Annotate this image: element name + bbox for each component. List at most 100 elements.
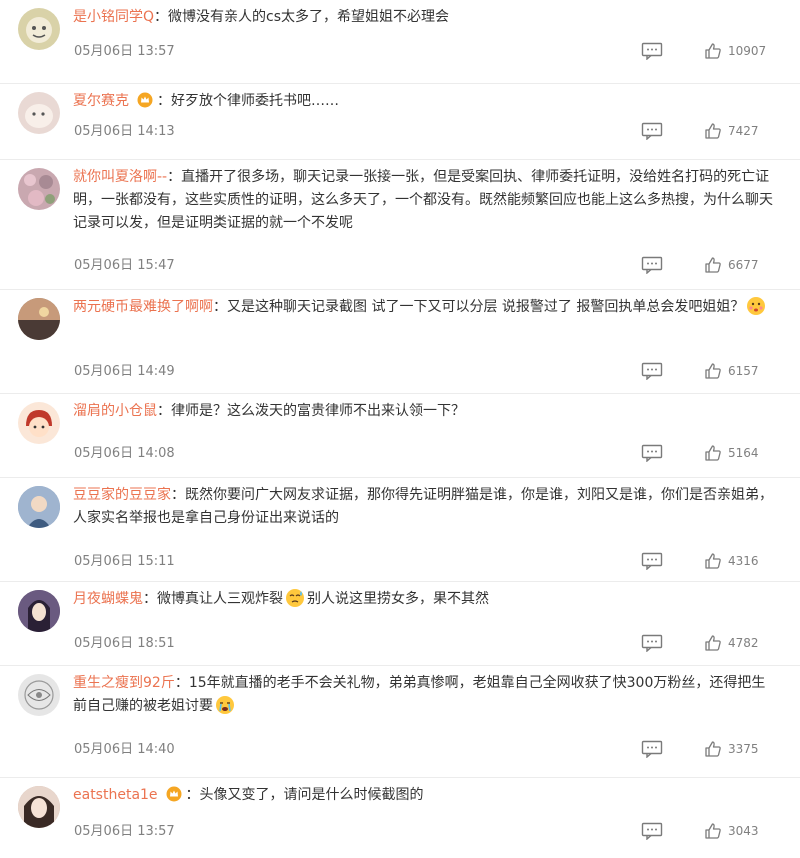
comment-body: 又是这种聊天记录截图 试了一下又可以分层 说报警过了 报警回执单总会发吧姐姐？ [227, 299, 745, 315]
like-button[interactable]: 4316 [704, 552, 759, 570]
crying-emoji-icon [216, 696, 234, 714]
comment-icon [641, 362, 663, 381]
comment-text: 两元硬币最难换了啊啊：又是这种聊天记录截图 试了一下又可以分层 说报警过了 报警… [73, 296, 778, 319]
thumbs-up-icon [705, 43, 721, 59]
comment-item: 溜肩的小仓鼠：律师是？这么泼天的富贵律师不出来认领一下？ 05月06日 14:0… [0, 394, 800, 478]
avatar[interactable] [18, 298, 60, 340]
reply-button[interactable] [641, 822, 663, 841]
like-count: 7427 [728, 124, 759, 138]
like-button[interactable]: 5164 [704, 444, 759, 462]
comment-text: 重生之瘦到92斤：15年就直播的老手不会关礼物，弟弟真惨啊，老姐靠自己全网收获了… [73, 672, 778, 718]
colon: ： [174, 675, 189, 691]
thumbs-up-icon [705, 445, 721, 461]
timestamp: 05月06日 14:13 [74, 124, 175, 139]
thinking-emoji-icon [747, 297, 766, 315]
colon: ： [154, 9, 169, 25]
like-button[interactable]: 7427 [704, 122, 759, 140]
like-count: 5164 [728, 446, 759, 460]
comment-icon [641, 634, 663, 653]
comment-text: eatstheta1e ：头像又变了，请问是什么时候截图的 [73, 784, 778, 807]
username-link[interactable]: eatstheta1e [73, 787, 158, 803]
username-link[interactable]: 重生之瘦到92斤 [73, 675, 175, 691]
thumbs-up-icon [705, 823, 721, 839]
comment-item: eatstheta1e ：头像又变了，请问是什么时候截图的 05月06日 13:5… [0, 778, 800, 858]
like-count: 10907 [728, 44, 767, 58]
timestamp: 05月06日 15:47 [74, 258, 175, 273]
reply-button[interactable] [641, 552, 663, 571]
colon: ： [213, 299, 227, 315]
like-count: 6157 [728, 364, 759, 378]
avatar[interactable] [18, 590, 60, 632]
colon: ： [157, 93, 171, 109]
avatar[interactable] [18, 402, 60, 444]
username-link[interactable]: 是小铭同学Q [73, 9, 154, 25]
username-link[interactable]: 两元硬币最难换了啊啊 [73, 299, 213, 315]
comment-text: 夏尔赛克 ：好歹放个律师委托书吧…… [73, 90, 778, 113]
comment-body-part2: 别人说这里捞女多，果不其然 [307, 591, 489, 607]
timestamp: 05月06日 15:11 [74, 554, 175, 569]
like-button[interactable]: 3375 [704, 740, 759, 758]
comment-item: 重生之瘦到92斤：15年就直播的老手不会关礼物，弟弟真惨啊，老姐靠自己全网收获了… [0, 666, 800, 778]
crown-badge-icon [137, 92, 153, 108]
colon: ： [185, 787, 200, 803]
username-link[interactable]: 月夜蝴蝶鬼 [73, 591, 143, 607]
timestamp: 05月06日 14:40 [74, 742, 175, 757]
colon: ： [171, 487, 185, 503]
avatar[interactable] [18, 674, 60, 716]
timestamp: 05月06日 14:49 [74, 364, 175, 379]
sweat-emoji-icon [286, 589, 304, 607]
like-count: 3375 [728, 742, 759, 756]
like-count: 3043 [728, 824, 759, 838]
timestamp: 05月06日 18:51 [74, 636, 175, 651]
colon: ： [167, 169, 182, 185]
reply-button[interactable] [641, 362, 663, 381]
avatar[interactable] [18, 786, 60, 828]
comment-icon [641, 552, 663, 571]
reply-button[interactable] [641, 634, 663, 653]
comment-item: 月夜蝴蝶鬼：微博真让人三观炸裂 别人说这里捞女多，果不其然 05月06日 18:5… [0, 582, 800, 666]
comment-item: 两元硬币最难换了啊啊：又是这种聊天记录截图 试了一下又可以分层 说报警过了 报警… [0, 290, 800, 394]
avatar[interactable] [18, 8, 60, 50]
colon: ： [157, 403, 171, 419]
comment-text: 月夜蝴蝶鬼：微博真让人三观炸裂 别人说这里捞女多，果不其然 [73, 588, 778, 611]
thumbs-up-icon [705, 741, 721, 757]
comment-item: 夏尔赛克 ：好歹放个律师委托书吧…… 05月06日 14:13 7427 [0, 84, 800, 160]
avatar[interactable] [18, 486, 60, 528]
timestamp: 05月06日 14:08 [74, 446, 175, 461]
avatar[interactable] [18, 168, 60, 210]
like-button[interactable]: 6157 [704, 362, 759, 380]
thumbs-up-icon [705, 553, 721, 569]
comment-body: 微博没有亲人的cs太多了，希望姐姐不必理会 [168, 9, 450, 25]
username-link[interactable]: 豆豆家的豆豆家 [73, 487, 171, 503]
comment-icon [641, 740, 663, 759]
thumbs-up-icon [705, 257, 721, 273]
comment-item: 是小铭同学Q：微博没有亲人的cs太多了，希望姐姐不必理会 05月06日 13:5… [0, 0, 800, 84]
like-button[interactable]: 3043 [704, 822, 759, 840]
comment-text: 就你叫夏洛啊--：直播开了很多场，聊天记录一张接一张，但是受案回执、律师委托证明… [73, 166, 778, 235]
comment-text: 豆豆家的豆豆家：既然你要问广大网友求证据，那你得先证明胖猫是谁，你是谁，刘阳又是… [73, 484, 778, 530]
comment-body: 律师是？这么泼天的富贵律师不出来认领一下？ [171, 403, 465, 419]
comment-icon [641, 122, 663, 141]
reply-button[interactable] [641, 740, 663, 759]
comment-icon [641, 42, 663, 61]
comment-text: 是小铭同学Q：微博没有亲人的cs太多了，希望姐姐不必理会 [73, 6, 778, 29]
username-link[interactable]: 溜肩的小仓鼠 [73, 403, 157, 419]
like-button[interactable]: 10907 [704, 42, 766, 60]
username-link[interactable]: 就你叫夏洛啊-- [73, 169, 167, 185]
timestamp: 05月06日 13:57 [74, 824, 175, 839]
like-count: 4316 [728, 554, 759, 568]
reply-button[interactable] [641, 122, 663, 141]
reply-button[interactable] [641, 256, 663, 275]
like-button[interactable]: 4782 [704, 634, 759, 652]
thumbs-up-icon [705, 363, 721, 379]
crown-badge-icon [166, 786, 182, 802]
comment-text: 溜肩的小仓鼠：律师是？这么泼天的富贵律师不出来认领一下？ [73, 400, 778, 423]
reply-button[interactable] [641, 42, 663, 61]
like-count: 6677 [728, 258, 759, 272]
reply-button[interactable] [641, 444, 663, 463]
timestamp: 05月06日 13:57 [74, 44, 175, 59]
avatar[interactable] [18, 92, 60, 134]
username-link[interactable]: 夏尔赛克 [73, 93, 129, 109]
thumbs-up-icon [705, 123, 721, 139]
like-button[interactable]: 6677 [704, 256, 759, 274]
